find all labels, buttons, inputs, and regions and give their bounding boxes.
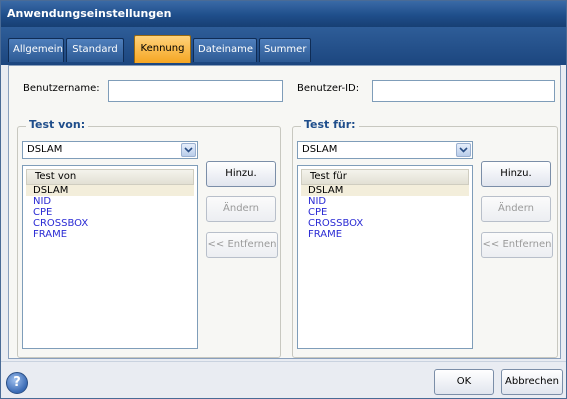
tab-content-kennung: Benutzername: Benutzer-ID: Test von: DSL…	[8, 65, 561, 359]
tab-allgemein[interactable]: Allgemein	[8, 38, 64, 62]
test-for-list[interactable]: Test für DSLAM NID CPE CROSSBOX FRAME	[297, 165, 473, 349]
test-for-title: Test für:	[301, 118, 359, 131]
test-from-edit-button[interactable]: Ändern	[206, 196, 276, 222]
tab-summer[interactable]: Summer	[259, 38, 311, 62]
list-item[interactable]: FRAME	[26, 229, 194, 240]
username-label: Benutzername:	[23, 83, 100, 94]
test-for-list-header: Test für	[301, 169, 469, 185]
list-item[interactable]: NID	[26, 196, 194, 207]
userid-input[interactable]	[372, 80, 555, 102]
list-item[interactable]: CROSSBOX	[26, 218, 194, 229]
test-from-group: Test von: DSLAM Test von DSLAM NID CPE C…	[17, 118, 281, 358]
window-title: Anwendungseinstellungen	[1, 1, 566, 27]
list-item[interactable]: DSLAM	[26, 185, 194, 196]
test-for-dropdown[interactable]: DSLAM	[297, 141, 473, 159]
test-for-dropdown-value: DSLAM	[302, 144, 338, 155]
test-for-group: Test für: DSLAM Test für DSLAM NID CPE C…	[292, 118, 558, 358]
list-item[interactable]: FRAME	[301, 229, 469, 240]
settings-window: Anwendungseinstellungen Allgemein Standa…	[0, 0, 567, 399]
cancel-button[interactable]: Abbrechen	[501, 369, 563, 395]
username-input[interactable]	[108, 80, 283, 102]
test-for-edit-button[interactable]: Ändern	[481, 196, 551, 222]
help-icon[interactable]: ?	[6, 372, 28, 394]
ok-button[interactable]: OK	[434, 369, 494, 395]
list-item[interactable]: DSLAM	[301, 185, 469, 196]
userid-label: Benutzer-ID:	[297, 83, 360, 94]
chevron-down-icon[interactable]	[456, 143, 471, 157]
test-from-list-header: Test von	[26, 169, 194, 185]
list-item[interactable]: CROSSBOX	[301, 218, 469, 229]
tab-kennung[interactable]: Kennung	[134, 35, 191, 63]
test-for-add-button[interactable]: Hinzu.	[481, 161, 551, 187]
chevron-down-icon[interactable]	[181, 143, 196, 157]
test-from-dropdown[interactable]: DSLAM	[22, 141, 198, 159]
dialog-footer: ? OK Abbrechen	[1, 361, 566, 398]
test-from-add-button[interactable]: Hinzu.	[206, 161, 276, 187]
test-from-title: Test von:	[26, 118, 89, 131]
list-item[interactable]: NID	[301, 196, 469, 207]
test-for-remove-button[interactable]: << Entfernen	[481, 232, 553, 258]
test-from-remove-button[interactable]: << Entfernen	[206, 232, 278, 258]
list-item[interactable]: CPE	[301, 207, 469, 218]
tab-strip: Allgemein Standard Kennung Dateiname Sum…	[1, 27, 566, 65]
tab-standard[interactable]: Standard	[66, 38, 124, 62]
test-from-list[interactable]: Test von DSLAM NID CPE CROSSBOX FRAME	[22, 165, 198, 349]
list-item[interactable]: CPE	[26, 207, 194, 218]
test-from-dropdown-value: DSLAM	[27, 144, 63, 155]
tab-dateiname[interactable]: Dateiname	[193, 38, 257, 62]
